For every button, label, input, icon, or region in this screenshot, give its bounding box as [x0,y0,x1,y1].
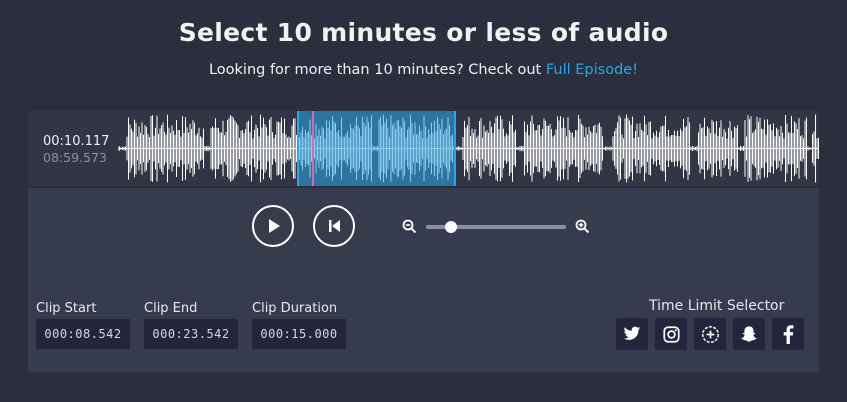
waveform[interactable] [117,111,819,186]
audio-editor-panel: 00:10.117 08:59.573 Clip Start 000:08.54… [28,111,819,372]
skip-back-button[interactable] [313,205,355,247]
instagram-icon [662,325,680,343]
twitter-button[interactable] [616,318,648,350]
clip-duration-label: Clip Duration [252,301,338,316]
clip-start-label: Clip Start [36,301,97,316]
facebook-button[interactable] [772,318,804,350]
clip-selection[interactable] [297,111,456,186]
waveform-graphic [117,114,819,183]
clock-plus-icon [701,325,719,343]
facebook-icon [783,324,794,344]
zoom-out-icon[interactable] [402,219,417,234]
clock-plus-button[interactable] [694,318,726,350]
zoom-in-icon[interactable] [575,219,590,234]
play-icon [269,219,280,233]
subtitle-text: Looking for more than 10 minutes? Check … [208,62,546,78]
total-time: 08:59.573 [43,150,107,165]
clip-start-field[interactable]: 000:08.542 [36,319,130,349]
clip-end-field[interactable]: 000:23.542 [144,319,238,349]
page-title: Select 10 minutes or less of audio [178,18,669,47]
clip-end-label: Clip End [144,301,198,316]
page-subtitle: Looking for more than 10 minutes? Check … [0,62,847,78]
twitter-icon [623,326,641,340]
full-episode-link[interactable]: Full Episode! [546,62,638,78]
clip-duration-field: 000:15.000 [252,319,346,349]
skip-back-icon [329,220,340,232]
time-limit-selector-label: Time Limit Selector [649,298,785,314]
current-time: 00:10.117 [43,134,110,149]
play-button[interactable] [252,205,294,247]
waveform-row: 00:10.117 08:59.573 [28,111,819,188]
zoom-slider[interactable] [426,221,566,233]
playhead[interactable] [312,111,314,186]
snapchat-icon [741,326,757,342]
instagram-button[interactable] [655,318,687,350]
zoom-slider-thumb[interactable] [445,221,458,233]
snapchat-button[interactable] [733,318,765,350]
